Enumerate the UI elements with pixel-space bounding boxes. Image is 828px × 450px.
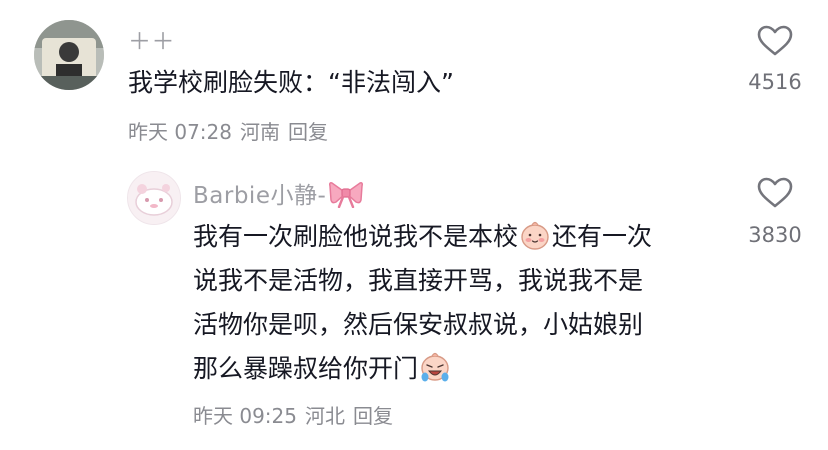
- heart-icon: [757, 177, 793, 208]
- like-count: 3830: [748, 223, 802, 247]
- reply-username[interactable]: Barbie小静-: [193, 176, 326, 210]
- reply-username-row: Barbie小静-: [193, 176, 364, 210]
- user-avatar-photo-icon: [34, 20, 104, 90]
- laugh-cry-face-emoji-icon: [421, 352, 449, 382]
- comment-time: 昨天 07:28: [128, 120, 232, 144]
- shy-face-emoji-icon: [521, 221, 549, 250]
- heart-icon: [757, 25, 793, 56]
- comment-text: 我学校刷脸失败：“非法闯入”: [128, 68, 454, 97]
- avatar[interactable]: [127, 171, 181, 225]
- comment-meta: 昨天 07:28 河南 回复: [128, 116, 336, 145]
- reply-time: 昨天 09:25: [193, 404, 297, 428]
- user-avatar-illustration-icon: [128, 172, 180, 224]
- reply-text-line: 我有一次刷脸他说我不是本校 还有一次: [193, 215, 652, 259]
- pink-bow-icon: [329, 182, 364, 208]
- comment-username[interactable]: ＋＋: [128, 22, 175, 56]
- reply-text-line: 那么暴躁叔给你开门: [193, 347, 452, 391]
- like-count: 4516: [748, 70, 802, 94]
- reply-button[interactable]: 回复: [353, 404, 393, 428]
- reply-location: 河北: [305, 404, 345, 428]
- comment-location: 河南: [240, 120, 280, 144]
- reply-button[interactable]: 回复: [288, 120, 328, 144]
- reply-text-line: 活物你是呗，然后保安叔叔说，小姑娘别: [193, 310, 644, 339]
- like-button[interactable]: [757, 177, 793, 213]
- reply-meta: 昨天 09:25 河北 回复: [193, 400, 401, 429]
- like-button[interactable]: [757, 25, 793, 61]
- avatar[interactable]: [34, 20, 104, 90]
- reply-text-line: 说我不是活物，我直接开骂，我说我不是: [193, 266, 644, 295]
